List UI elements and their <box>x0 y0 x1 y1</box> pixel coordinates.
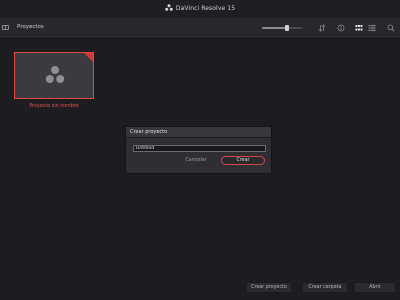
new-folder-button[interactable]: Crear carpeta <box>302 282 348 293</box>
project-thumbnail[interactable] <box>14 52 94 99</box>
cancel-button[interactable]: Cancelar <box>181 157 211 165</box>
open-button[interactable]: Abrir <box>354 282 396 293</box>
list-view-icon[interactable] <box>368 24 376 32</box>
zoom-slider[interactable] <box>262 25 302 31</box>
toolbar-title: Proyectos <box>17 24 44 30</box>
dialog-header: Crear proyecto <box>126 127 271 138</box>
project-name-input[interactable] <box>133 145 266 152</box>
sort-icon[interactable] <box>318 24 326 32</box>
project-selected-corner <box>84 53 93 62</box>
project-name-label[interactable]: Proyecto sin nombre <box>14 104 94 109</box>
info-icon[interactable] <box>337 24 345 32</box>
grid-view-icon[interactable] <box>355 24 363 32</box>
zoom-slider-fill <box>262 27 287 29</box>
project-toolbar: Proyectos <box>0 18 400 39</box>
create-project-dialog: Crear proyecto Cancelar Crear <box>125 126 272 174</box>
app-title: DaVinci Resolve 15 <box>175 5 236 12</box>
app-title-container: DaVinci Resolve 15 <box>0 4 400 12</box>
davinci-project-logo-icon <box>45 66 65 83</box>
create-button[interactable]: Crear <box>221 156 265 165</box>
new-project-button[interactable]: Crear proyecto <box>246 282 292 293</box>
dialog-title: Crear proyecto <box>130 129 168 135</box>
title-bar: DaVinci Resolve 15 <box>0 0 400 18</box>
davinci-logo-icon <box>165 4 173 11</box>
search-icon[interactable] <box>387 24 395 32</box>
sidebar-icon[interactable] <box>2 25 9 30</box>
zoom-slider-thumb[interactable] <box>285 25 289 31</box>
